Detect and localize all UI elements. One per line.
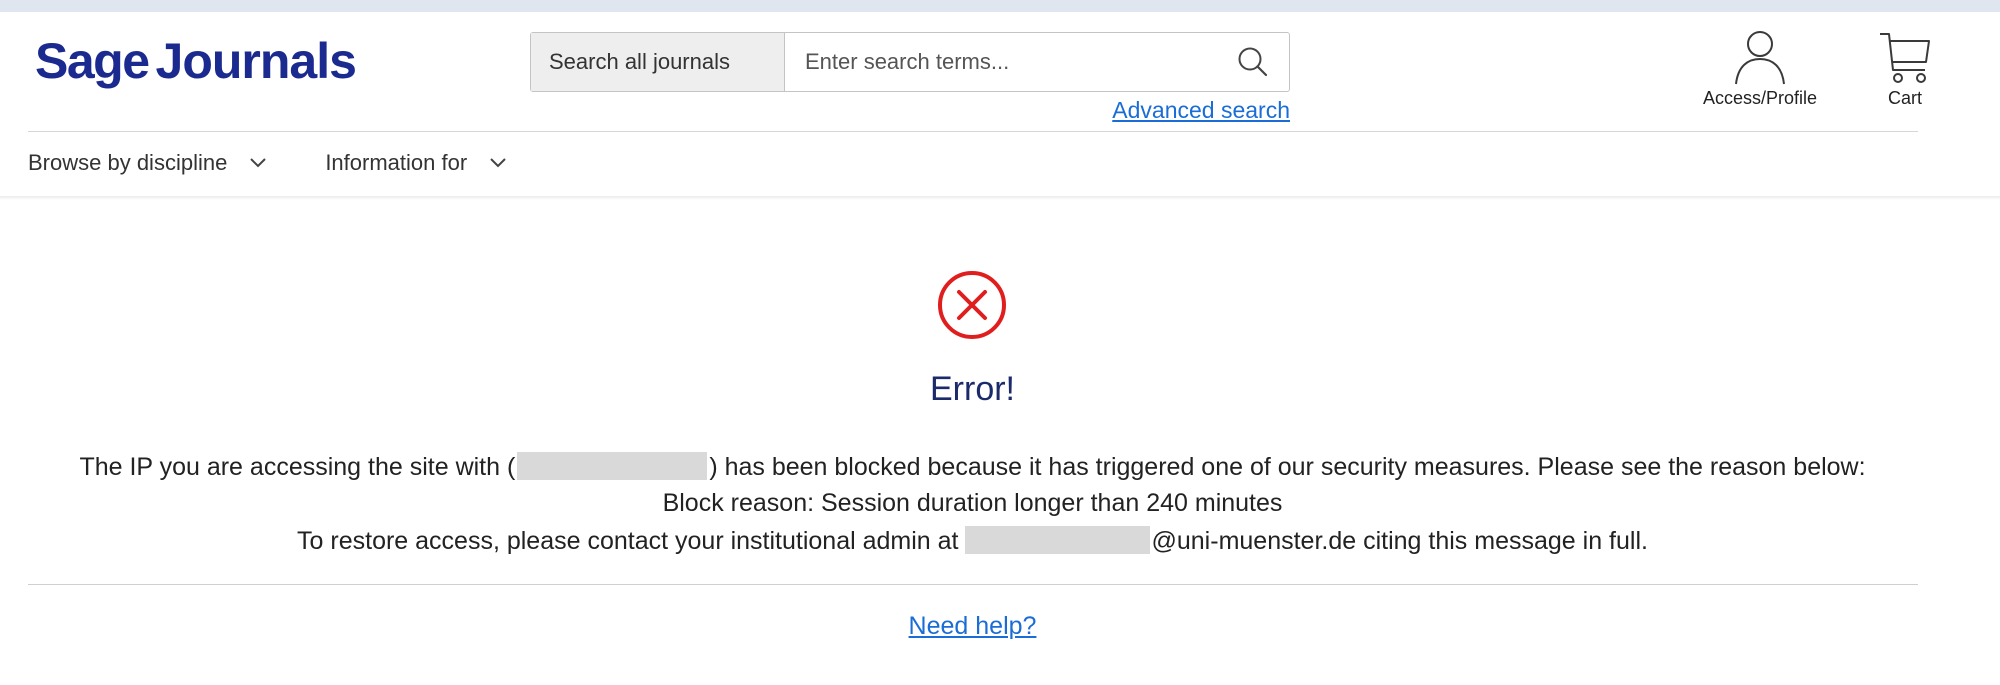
error-line1-after: ) has been blocked because it has trigge… (709, 453, 1866, 481)
search-bar: Search all journals (530, 32, 1290, 92)
cart-button[interactable]: Cart (1865, 28, 1945, 109)
error-line3-after: @uni-muenster.de citing this message in … (1151, 527, 1648, 555)
search-input[interactable] (785, 33, 1217, 91)
search-scope-select[interactable]: Search all journals (531, 33, 785, 91)
nav-information-for[interactable]: Information for (325, 150, 507, 176)
logo-part-sage: Sage (35, 33, 150, 89)
logo-part-journals: Journals (155, 33, 357, 89)
nav-item-label: Information for (325, 150, 468, 175)
main-nav: Browse by discipline Information for (28, 146, 565, 180)
need-help-link[interactable]: Need help? (909, 612, 1037, 640)
access-profile-label: Access/Profile (1702, 88, 1818, 108)
chevron-down-icon (250, 158, 267, 168)
nav-shadow (0, 196, 2000, 200)
access-profile-button[interactable]: Access/Profile (1695, 28, 1825, 109)
cart-label: Cart (1887, 88, 1922, 108)
redacted-email (964, 526, 1150, 554)
top-strip (0, 0, 2000, 12)
block-reason: Block reason: Session duration longer th… (662, 489, 1283, 517)
error-line1-before: The IP you are accessing the site with ( (79, 453, 516, 481)
user-icon (1735, 31, 1785, 85)
error-line3-before: To restore access, please contact your i… (297, 527, 959, 555)
restore-access-message: To restore access, please contact your i… (0, 526, 1945, 556)
cart-icon (1880, 33, 1930, 83)
error-message-ip: The IP you are accessing the site with (… (0, 452, 1945, 482)
need-help-container: Need help? (0, 612, 1945, 641)
header-divider (28, 131, 1918, 132)
search-button[interactable] (1217, 33, 1289, 91)
nav-browse-by-discipline[interactable]: Browse by discipline (28, 150, 267, 176)
sage-journals-logo[interactable]: Sage Journals (35, 28, 357, 94)
error-title: Error! (930, 370, 1015, 408)
content-divider (28, 584, 1918, 585)
error-x-icon (938, 271, 1006, 339)
search-scope-label: Search all journals (549, 49, 730, 74)
redacted-ip (517, 452, 708, 480)
nav-item-label: Browse by discipline (28, 150, 228, 175)
chevron-down-icon (490, 158, 506, 168)
search-icon (1238, 47, 1268, 77)
advanced-search-link[interactable]: Advanced search (1112, 97, 1290, 124)
